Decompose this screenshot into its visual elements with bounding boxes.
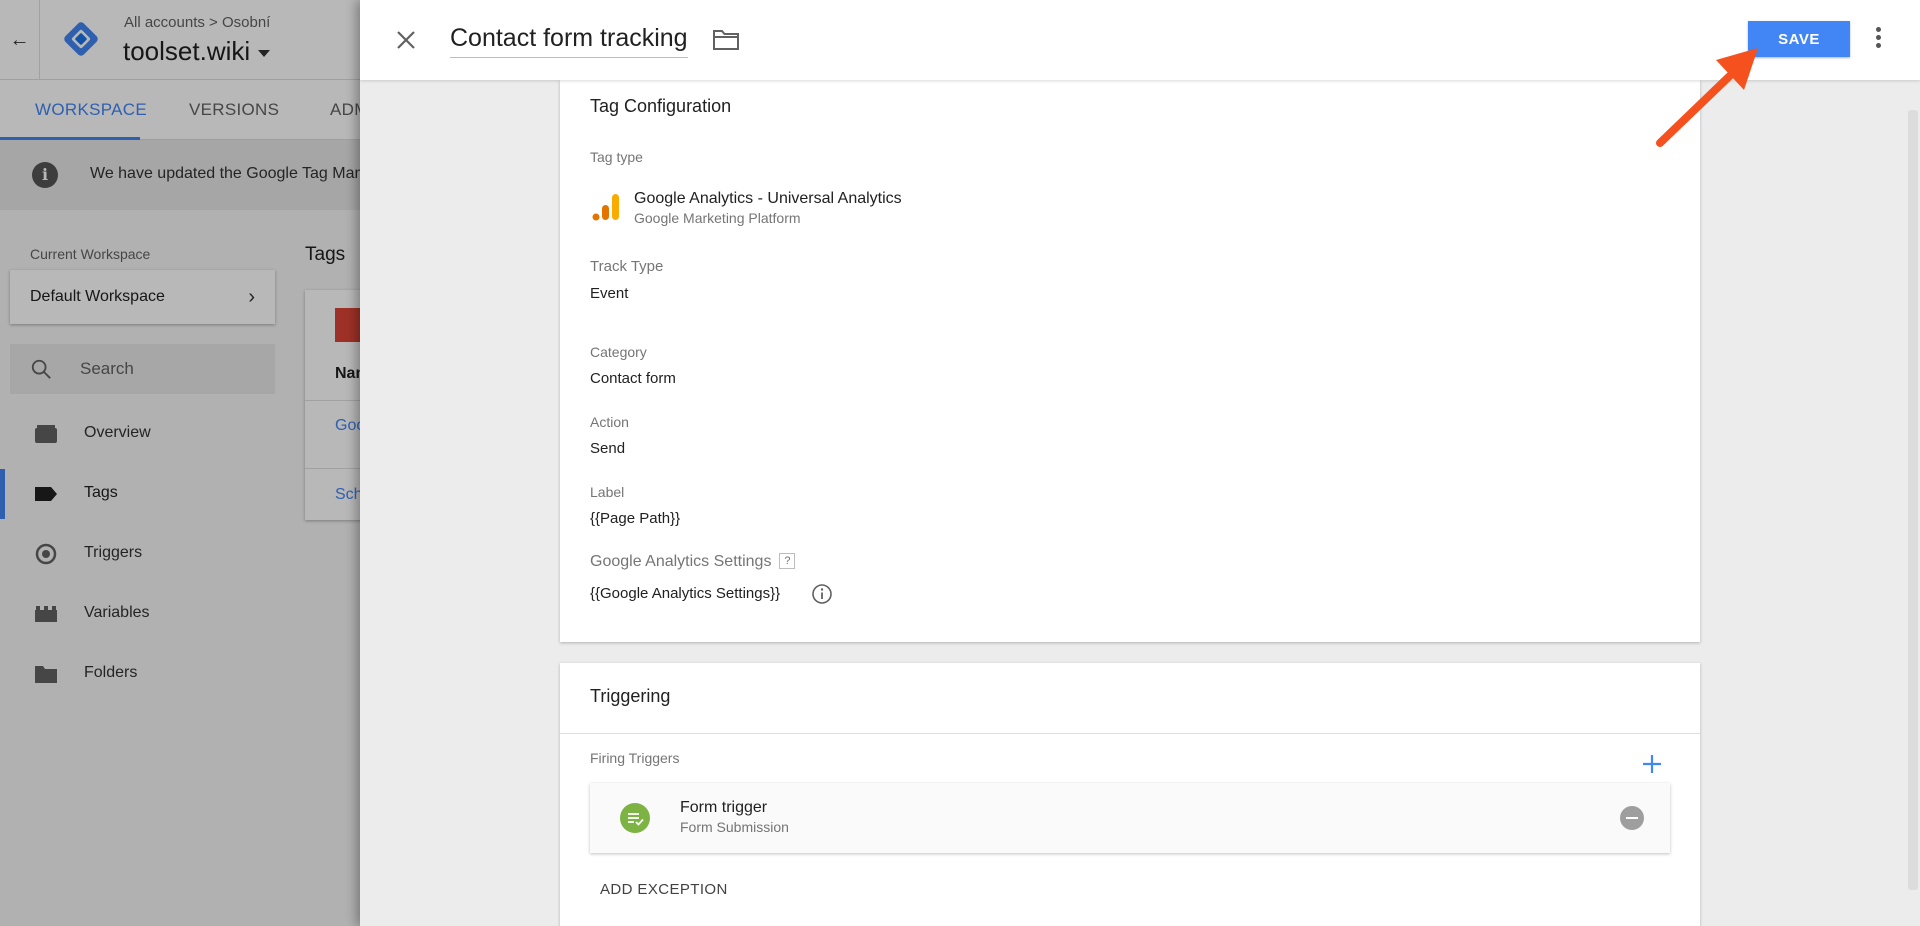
form-check-icon <box>628 813 644 826</box>
help-icon[interactable]: ? <box>779 553 796 569</box>
action-value: Send <box>590 440 626 457</box>
tag-type-label: Tag type <box>590 149 643 165</box>
remove-circle-icon[interactable] <box>1620 806 1644 830</box>
firing-triggers-label: Firing Triggers <box>590 750 680 766</box>
tag-name-input[interactable]: Contact form tracking <box>450 24 688 58</box>
track-type-label: Track Type <box>590 258 664 275</box>
divider <box>560 733 1700 734</box>
card-title: Triggering <box>590 686 671 706</box>
trigger-type: Form Submission <box>680 819 789 835</box>
category-value: Contact form <box>590 370 676 387</box>
category-label: Category <box>590 344 647 360</box>
annotation-arrow-icon <box>1656 48 1758 147</box>
tag-configuration-card[interactable]: Tag Configuration Tag type Google Analyt… <box>560 80 1700 642</box>
add-exception-button[interactable]: ADD EXCEPTION <box>600 881 728 898</box>
triggering-card[interactable]: Triggering Firing Triggers Form trigger … <box>560 663 1700 926</box>
card-title: Tag Configuration <box>590 96 732 116</box>
ga-settings-label-row: Google Analytics Settings? <box>590 553 796 571</box>
tag-type-vendor: Google Marketing Platform <box>634 210 801 226</box>
add-icon[interactable] <box>1640 752 1664 776</box>
folder-icon[interactable] <box>712 28 740 52</box>
tag-type-name: Google Analytics - Universal Analytics <box>634 190 902 207</box>
label-value: {{Page Path}} <box>590 510 681 527</box>
trigger-item[interactable]: Form trigger Form Submission <box>590 783 1670 853</box>
google-analytics-icon <box>592 194 619 221</box>
track-type-value: Event <box>590 285 629 302</box>
info-outline-icon[interactable] <box>811 583 833 605</box>
form-submission-icon <box>620 803 650 833</box>
action-label: Action <box>590 414 629 430</box>
label-label: Label <box>590 484 625 500</box>
close-icon[interactable] <box>390 24 422 56</box>
ga-settings-value: {{Google Analytics Settings}} <box>590 585 781 602</box>
ga-settings-label: Google Analytics Settings <box>590 553 772 570</box>
trigger-name: Form trigger <box>680 799 768 816</box>
scrollbar[interactable] <box>1908 110 1918 890</box>
more-vert-icon[interactable] <box>1870 24 1886 56</box>
